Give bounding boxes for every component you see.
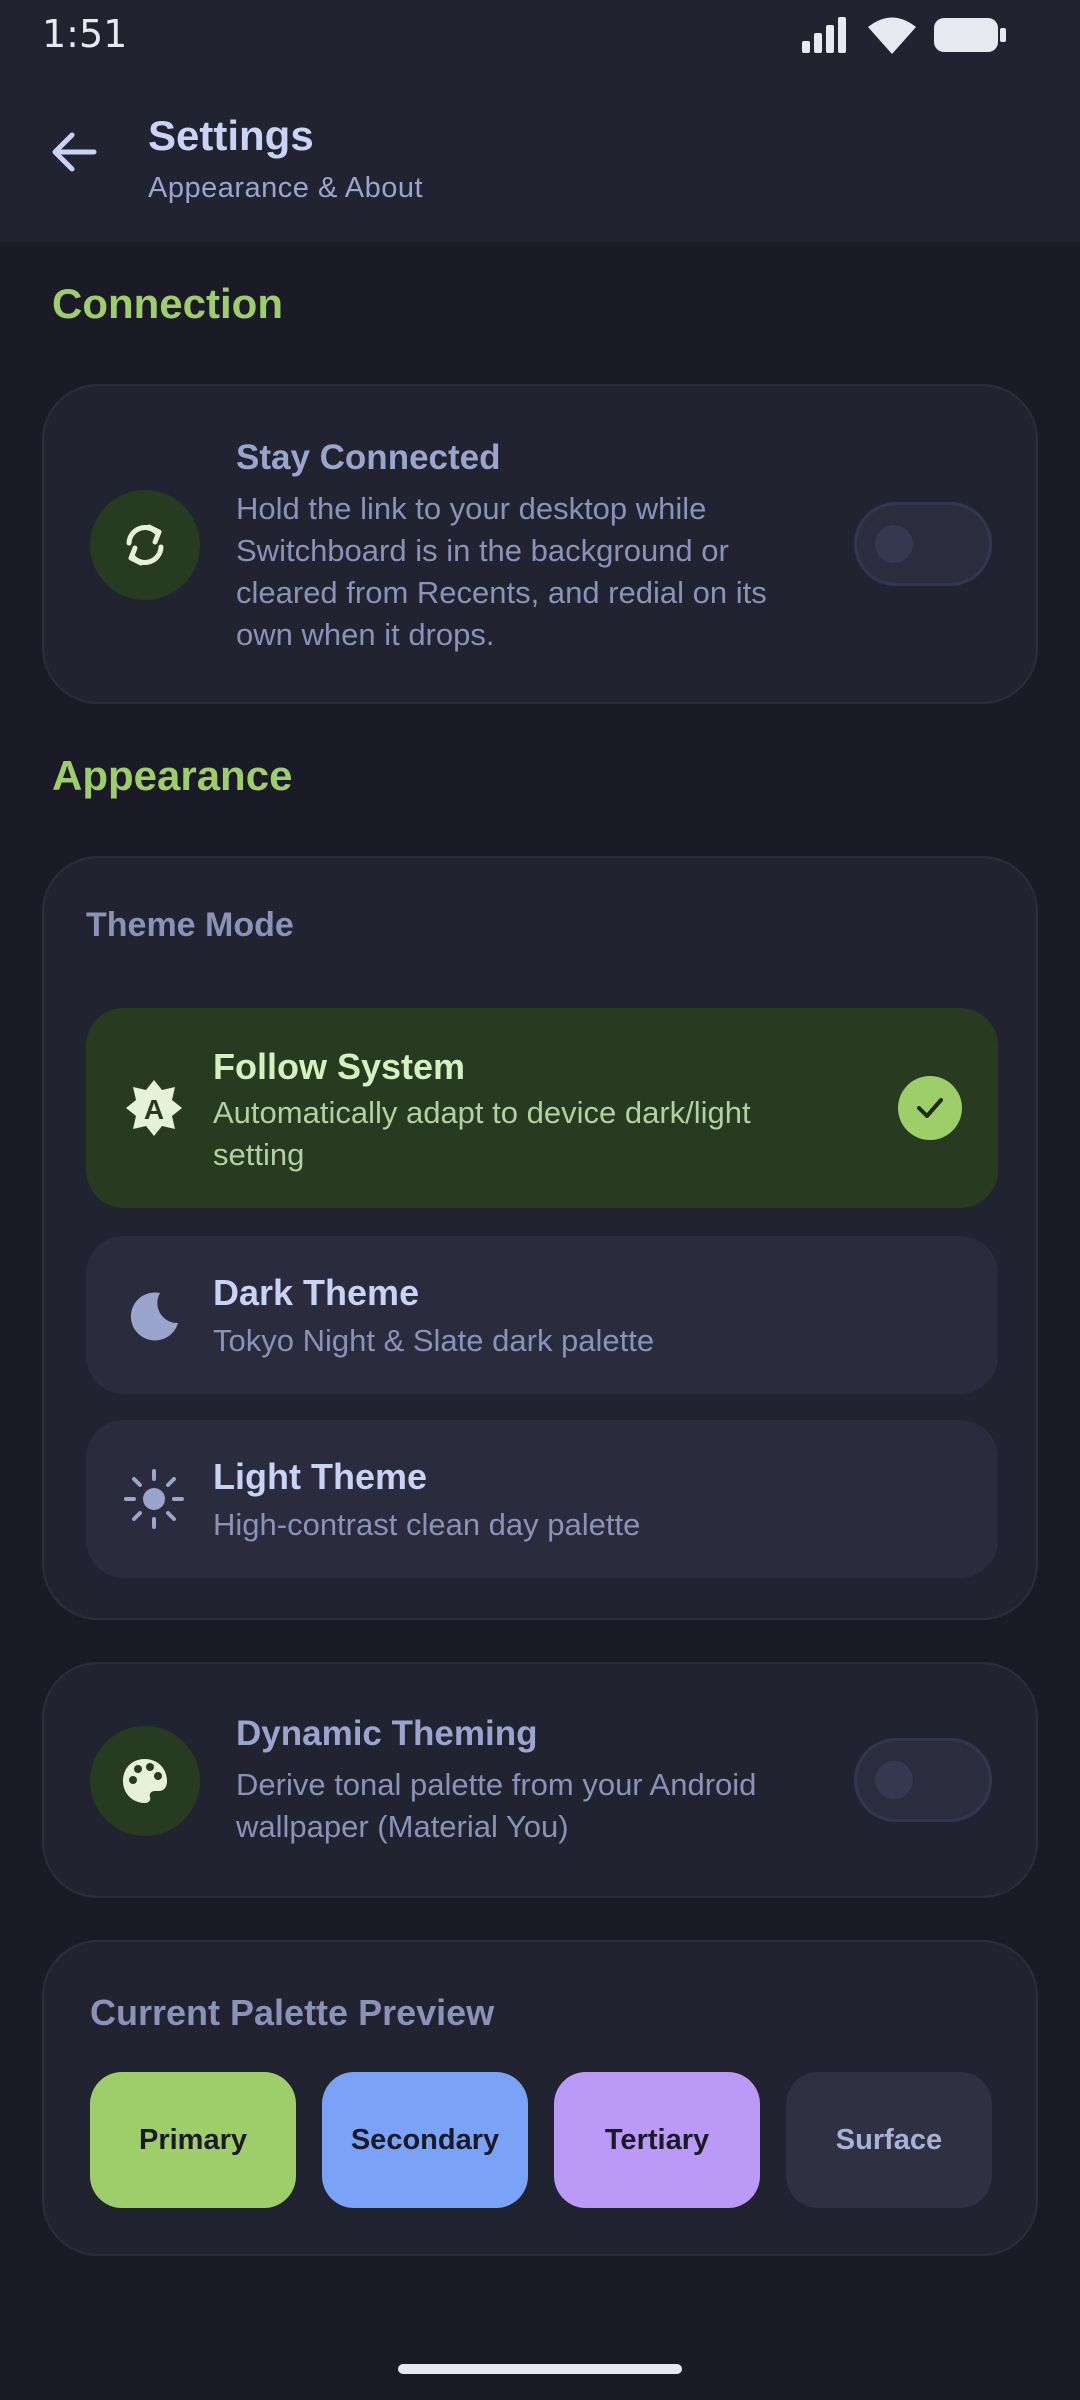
- desc-line: Hold the link to your desktop while: [236, 491, 707, 526]
- toggle-knob: [875, 525, 913, 563]
- desc-line: cleared from Recents, and redial on its: [236, 575, 767, 610]
- desc-line: Automatically adapt to device dark/light: [213, 1095, 751, 1130]
- dynamic-theming-card[interactable]: Dynamic Theming Derive tonal palette fro…: [42, 1662, 1038, 1898]
- sync-icon-container: [90, 490, 200, 600]
- dynamic-theming-title: Dynamic Theming: [236, 1714, 538, 1753]
- theme-option-title: Light Theme: [213, 1456, 427, 1497]
- stay-connected-title: Stay Connected: [236, 438, 501, 477]
- theme-option-description: Automatically adapt to device dark/light…: [213, 1092, 751, 1176]
- theme-option-description: Tokyo Night & Slate dark palette: [213, 1323, 655, 1358]
- theme-option-light[interactable]: Light Theme High-contrast clean day pale…: [86, 1420, 998, 1578]
- stay-connected-card[interactable]: Stay Connected Hold the link to your des…: [42, 384, 1038, 704]
- swatch-secondary: Secondary: [322, 2072, 528, 2208]
- wifi-icon: [868, 17, 916, 54]
- desc-line: Derive tonal palette from your Android: [236, 1767, 757, 1802]
- theme-option-title: Dark Theme: [213, 1272, 420, 1313]
- dynamic-theming-description: Derive tonal palette from your Android w…: [236, 1764, 756, 1848]
- back-arrow-icon[interactable]: [44, 122, 104, 182]
- desc-line: Switchboard is in the background or: [236, 533, 729, 568]
- status-bar: 1:51: [0, 0, 1080, 72]
- swatch-tertiary: Tertiary: [554, 2072, 760, 2208]
- section-header-connection: Connection: [52, 280, 283, 327]
- auto-brightness-icon: A: [126, 1080, 182, 1136]
- section-header-appearance: Appearance: [52, 752, 293, 799]
- svg-text:A: A: [144, 1094, 164, 1125]
- swatch-primary: Primary: [90, 2072, 296, 2208]
- palette-icon: [123, 1759, 167, 1803]
- signal-icon: [802, 17, 846, 53]
- toggle-knob: [875, 1761, 913, 1799]
- theme-mode-card: Theme Mode A Follow System Automatically…: [42, 856, 1038, 1620]
- swatch-surface: Surface: [786, 2072, 992, 2208]
- palette-preview-card: Current Palette Preview Primary Secondar…: [42, 1940, 1038, 2256]
- sun-icon: [124, 1469, 184, 1529]
- stay-connected-description: Hold the link to your desktop while Swit…: [236, 488, 767, 656]
- selected-check-icon: [898, 1076, 962, 1140]
- desc-line: own when it drops.: [236, 617, 495, 652]
- app-bar: Settings Appearance & About: [0, 72, 1080, 242]
- theme-option-dark[interactable]: Dark Theme Tokyo Night & Slate dark pale…: [86, 1236, 998, 1394]
- status-icons: [802, 16, 1008, 54]
- theme-option-follow-system[interactable]: A Follow System Automatically adapt to d…: [86, 1008, 998, 1208]
- theme-option-description: High-contrast clean day palette: [213, 1507, 641, 1542]
- status-time: 1:51: [42, 12, 128, 56]
- sync-icon: [126, 524, 164, 566]
- palette-icon-container: [90, 1726, 200, 1836]
- battery-icon: [934, 18, 1006, 52]
- theme-option-title: Follow System: [213, 1046, 466, 1087]
- moon-icon: [130, 1292, 178, 1341]
- palette-preview-title: Current Palette Preview: [90, 1992, 495, 2033]
- desc-line: wallpaper (Material You): [236, 1809, 569, 1844]
- page-subtitle: Appearance & About: [148, 172, 424, 204]
- stay-connected-toggle[interactable]: [854, 502, 992, 586]
- desc-line: setting: [213, 1137, 305, 1172]
- page-title: Settings: [148, 112, 314, 159]
- home-indicator[interactable]: [398, 2364, 682, 2374]
- dynamic-theming-toggle[interactable]: [854, 1738, 992, 1822]
- theme-mode-label: Theme Mode: [86, 906, 294, 944]
